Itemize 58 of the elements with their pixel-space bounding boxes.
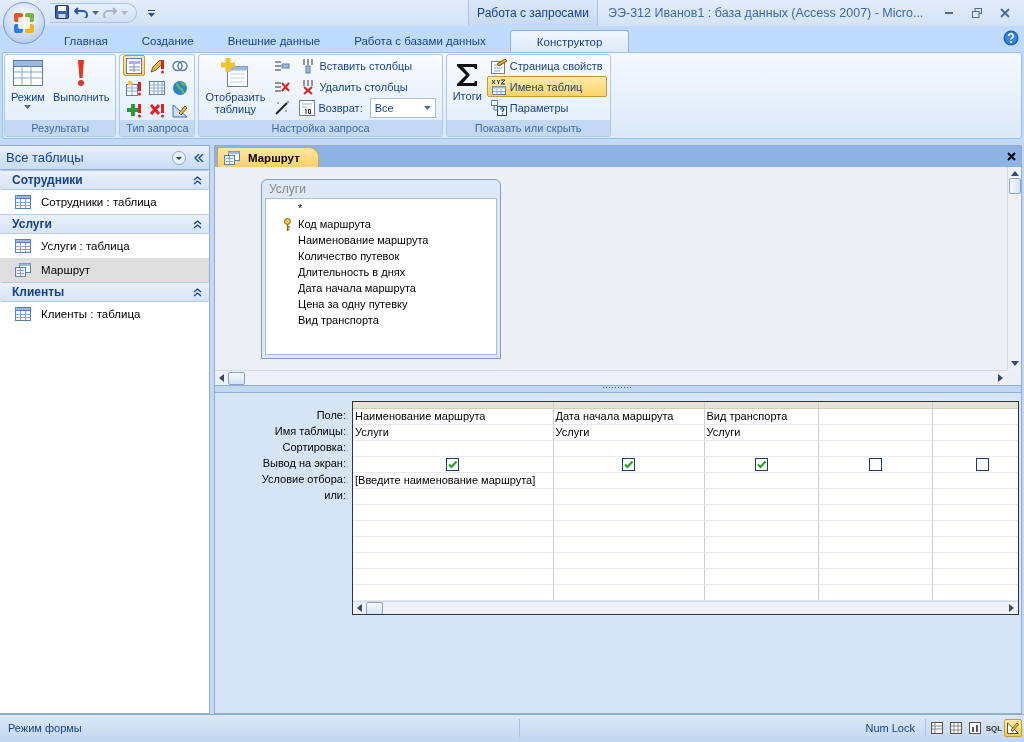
grid-cell[interactable]: Наименование маршрута [353,408,553,424]
group-title: Настройка запроса [199,120,442,136]
nav-item[interactable]: Услуги : таблица [0,234,209,258]
run-button[interactable]: Выполнить [49,55,113,105]
view-switch-button[interactable]: SQL [985,719,1003,737]
ribbon-tab[interactable]: Конструктор [509,30,630,52]
insert-columns-button[interactable]: Вставить столбцы [296,55,439,76]
ribbon-tab[interactable]: Главная [48,30,124,52]
group-header[interactable]: Сотрудники [0,170,209,190]
nav-item[interactable]: Клиенты : таблица [0,302,209,326]
pane-title: Все таблицы [6,150,85,165]
grid-cell[interactable]: [Введите наименование маршрута] [353,472,553,488]
grid-cell[interactable]: Услуги [704,424,818,440]
field-name[interactable]: Длительность в днях [298,266,406,278]
return-label: Возврат: [318,101,363,114]
status-text: Режим формы [8,719,520,737]
grid-cell[interactable]: Услуги [553,424,704,440]
contextual-tab-label: Работа с запросами [468,0,598,26]
grid-cell[interactable]: Услуги [353,424,553,440]
row-label: или: [323,488,346,503]
field-name[interactable]: Дата начала маршрута [298,282,416,294]
row-label: Вывод на экран: [261,456,346,471]
window-title: ЭЭ-312 Иванов1 : база данных (Access 2007) - Micro... [607,6,925,20]
totals-button[interactable]: Итоги [449,55,485,104]
grid-cell[interactable]: Дата начала маршрута [553,408,704,424]
field-name[interactable]: Код маршрута [298,218,371,230]
ribbon-toggle-button[interactable]: Страница свойств [486,55,607,76]
ribbon-tab[interactable]: Работа с базами данных [338,30,502,52]
document-tab[interactable]: Маршрут [217,147,319,167]
field-name[interactable]: Наименование маршрута [298,234,429,246]
field-name[interactable]: Вид транспорта [298,314,379,326]
field-name[interactable]: Цена за одну путевку [298,298,408,310]
row-label: Имя таблицы: [273,424,346,439]
view-button[interactable]: Режим [8,55,48,111]
group-title: Результаты [5,120,116,136]
ribbon-toggle-button[interactable]: Параметры [486,97,607,118]
group-header[interactable]: Услуги [0,214,209,234]
ribbon-toggle-button[interactable]: Имена таблиц [486,76,607,97]
row-label: Сортировка: [281,440,346,455]
grid-cell[interactable]: Вид транспорта [704,408,818,424]
show-table-button[interactable]: Отобразить таблицу [202,55,269,117]
field-list-title: Услуги [268,181,307,198]
nav-item[interactable]: Маршрут [0,258,209,282]
num-lock-indicator: Num Lock [865,722,916,734]
delete-columns-button[interactable]: Удалить столбцы [296,76,439,97]
group-title: Тип запроса [120,120,195,136]
row-label: Поле: [315,408,346,423]
field-list-window[interactable]: Услуги * Код маршрута Наименование маршрута Количество путевок Длительность в днях Дата начала маршрута Цена за одну путевку Вид транспорта [261,179,501,359]
group-title: Показать или скрыть [446,120,610,136]
ribbon-tab[interactable]: Создание [125,30,210,52]
group-header[interactable]: Клиенты [0,282,209,302]
nav-item[interactable]: Сотрудники : таблица [0,190,209,214]
return-dropdown[interactable]: Все [369,97,436,118]
field-name[interactable]: * [298,202,303,214]
design-grid[interactable]: Наименование маршрута Дата начала маршрута Вид транспорта Услуги Услуги Услуги [Введите наименование маршрута] [352,401,1019,615]
row-label: Условие отбора: [260,472,346,487]
field-name[interactable]: Количество путевок [298,250,400,262]
ribbon-tab[interactable]: Внешние данные [211,30,337,52]
